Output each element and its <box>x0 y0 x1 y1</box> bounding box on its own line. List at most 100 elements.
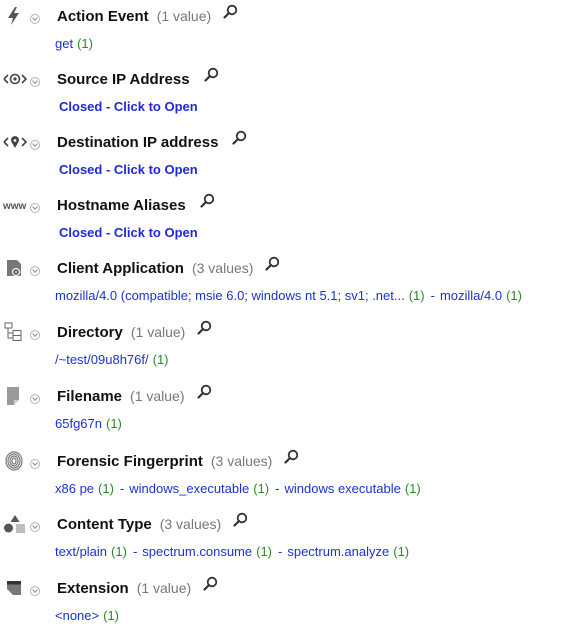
expand-chevron-icon[interactable] <box>30 77 40 87</box>
meta-group-title: Hostname Aliases <box>57 197 186 215</box>
directory-tree-icon <box>3 321 25 343</box>
value-count: (1 value) <box>156 8 212 25</box>
search-icon[interactable] <box>200 193 215 213</box>
meta-group-header: Content Type (3 values) <box>57 512 248 535</box>
expand-chevron-icon[interactable] <box>30 140 40 150</box>
meta-value-count: (1) <box>506 288 522 303</box>
meta-group-row: Content Type (3 values) text/plain (1) - spec… <box>0 511 580 573</box>
meta-group-row: www Hostname Aliases Closed - Click to Ope… <box>0 192 580 254</box>
meta-group-title: Filename <box>57 388 123 406</box>
meta-group-header: Forensic Fingerprint (3 values) <box>57 449 299 472</box>
fingerprint-icon <box>3 450 25 472</box>
meta-value-link[interactable]: /~test/09u8h76f/ <box>55 352 149 367</box>
application-icon <box>3 257 25 279</box>
search-icon[interactable] <box>265 256 280 276</box>
value-separator: - <box>119 481 125 496</box>
closed-click-to-open-link[interactable]: Closed - Click to Open <box>59 225 198 240</box>
meta-values: mozilla/4.0 (compatible; msie 6.0; windo… <box>55 288 522 303</box>
source-ip-icon <box>3 68 27 90</box>
search-icon[interactable] <box>197 320 212 340</box>
meta-group-title: Extension <box>57 580 129 598</box>
value-count: (3 values) <box>210 453 273 470</box>
value-separator: - <box>275 481 280 496</box>
meta-group-header: Client Application (3 values) <box>57 256 280 279</box>
expand-chevron-icon[interactable] <box>30 586 40 596</box>
value-separator: - <box>132 544 138 559</box>
meta-value-link[interactable]: <none> <box>55 608 99 623</box>
meta-value-count: (1) <box>111 544 127 559</box>
file-icon <box>3 385 25 407</box>
value-separator: - <box>430 288 435 303</box>
expand-chevron-icon[interactable] <box>30 330 40 340</box>
value-count: (1 value) <box>130 324 186 341</box>
meta-value-count: (1) <box>152 352 169 367</box>
value-count: (1 value) <box>130 388 185 405</box>
meta-value-count: (1) <box>253 481 270 496</box>
meta-value-link[interactable]: mozilla/4.0 (compatible; msie 6.0; windo… <box>55 288 405 303</box>
meta-value-count: (1) <box>256 544 272 559</box>
meta-value-count: (1) <box>393 544 410 559</box>
meta-group-row: Directory (1 value) /~test/09u8h76f/(1) <box>0 319 580 381</box>
shapes-icon <box>3 513 25 535</box>
meta-values: get (1) <box>55 36 93 51</box>
destination-ip-icon <box>3 131 27 153</box>
meta-group-title: Action Event <box>57 8 149 26</box>
meta-group-title: Forensic Fingerprint <box>57 453 203 471</box>
extension-icon <box>3 577 25 599</box>
closed-click-to-open-link[interactable]: Closed - Click to Open <box>59 99 198 114</box>
meta-group-title: Destination IP address <box>57 134 219 152</box>
expand-chevron-icon[interactable] <box>30 14 40 24</box>
meta-group-title: Client Application <box>57 260 184 278</box>
meta-values: 65fg67n (1) <box>55 416 122 431</box>
meta-value-link[interactable]: spectrum.consume <box>142 544 252 559</box>
meta-value-link[interactable]: mozilla/4.0 <box>440 288 502 303</box>
meta-value-count: (1) <box>103 608 119 623</box>
meta-group-title: Source IP Address <box>57 71 190 89</box>
meta-values: text/plain (1) - spectrum.consume (1) - spectr… <box>55 544 409 559</box>
meta-group-title: Directory <box>57 324 123 342</box>
meta-group-row: Filename (1 value) 65fg67n (1) <box>0 383 580 445</box>
meta-group-header: Destination IP address <box>57 130 247 153</box>
meta-value-link[interactable]: windows executable <box>284 481 400 496</box>
meta-values: /~test/09u8h76f/(1) <box>55 352 169 367</box>
meta-value-link[interactable]: spectrum.analyze <box>287 544 389 559</box>
search-icon[interactable] <box>284 449 299 469</box>
search-icon[interactable] <box>196 384 212 404</box>
expand-chevron-icon[interactable] <box>30 203 40 213</box>
svg-text:www: www <box>3 201 27 212</box>
meta-value-count: (1) <box>106 416 122 431</box>
meta-value-link[interactable]: text/plain <box>55 544 107 559</box>
expand-chevron-icon[interactable] <box>30 394 40 404</box>
meta-group-header: Action Event (1 value) <box>57 4 238 27</box>
meta-values: Closed - Click to Open <box>55 99 198 114</box>
meta-value-count: (1) <box>404 481 421 496</box>
meta-group-row: Action Event (1 value) get (1) <box>0 3 580 65</box>
meta-value-count: (1) <box>77 36 93 51</box>
meta-group-row: Client Application (3 values) mozilla/4.0 … <box>0 255 580 317</box>
www-icon: www <box>3 194 27 216</box>
search-icon[interactable] <box>223 4 238 24</box>
search-icon[interactable] <box>232 130 247 150</box>
meta-value-link[interactable]: windows_executable <box>129 481 249 496</box>
value-count: (3 values) <box>159 516 222 533</box>
meta-value-link[interactable]: get <box>55 36 73 51</box>
meta-values: Closed - Click to Open <box>55 162 198 177</box>
value-separator: - <box>278 544 283 559</box>
value-count: (3 values) <box>191 260 254 277</box>
value-count: (1 value) <box>136 580 192 597</box>
meta-value-link[interactable]: 65fg67n <box>55 416 102 431</box>
search-icon[interactable] <box>203 67 219 87</box>
meta-values: x86 pe (1) - windows_executable (1) - windows … <box>55 481 421 496</box>
meta-group-header: Source IP Address <box>57 67 219 90</box>
lightning-icon <box>3 5 25 27</box>
meta-value-count: (1) <box>98 481 114 496</box>
meta-values: Closed - Click to Open <box>55 225 198 240</box>
search-icon[interactable] <box>233 512 248 532</box>
expand-chevron-icon[interactable] <box>30 522 40 532</box>
meta-value-link[interactable]: x86 pe <box>55 481 94 496</box>
search-icon[interactable] <box>203 576 218 596</box>
meta-group-header: Extension (1 value) <box>57 576 218 599</box>
closed-click-to-open-link[interactable]: Closed - Click to Open <box>59 162 198 177</box>
expand-chevron-icon[interactable] <box>30 266 40 276</box>
expand-chevron-icon[interactable] <box>30 459 40 469</box>
